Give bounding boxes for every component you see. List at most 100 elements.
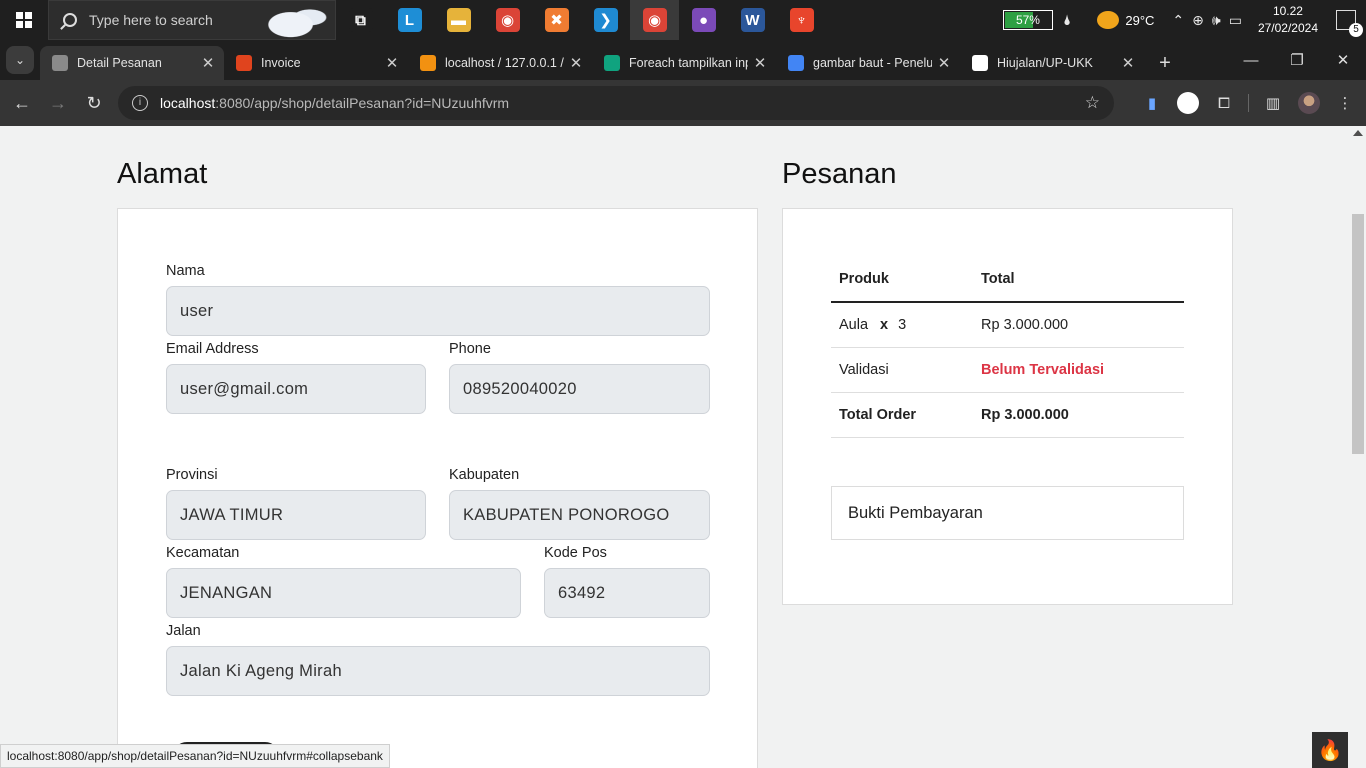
- system-tray: 57% 🌢 29°C ⌃ ⊕ 🕪 ▭ 10.22 27/02/2024 5: [1002, 0, 1366, 40]
- browser-tab[interactable]: Hiujalan/UP-UKK ✕: [960, 46, 1144, 80]
- site-info-icon[interactable]: i: [132, 95, 148, 111]
- taskbar-app-chrome-active[interactable]: ◉: [630, 0, 679, 40]
- charging-icon: 🌢: [1062, 11, 1072, 28]
- table-row: Aula x 3 Rp 3.000.000: [831, 302, 1184, 348]
- start-button[interactable]: [0, 0, 48, 40]
- taskbar-app-task-view[interactable]: ⧉: [336, 0, 385, 40]
- phone-field[interactable]: 089520040020: [449, 364, 710, 414]
- email-field[interactable]: user@gmail.com: [166, 364, 426, 414]
- tab-close-icon[interactable]: ✕: [1120, 54, 1136, 72]
- file-explorer-icon: ▬: [446, 8, 471, 32]
- taskbar-app-word[interactable]: W: [728, 0, 777, 40]
- reload-icon[interactable]: ↻: [76, 85, 112, 121]
- notification-center-icon[interactable]: 5: [1336, 10, 1363, 37]
- profile-avatar[interactable]: [1291, 85, 1327, 121]
- tab-title: Hiujalan/UP-UKK: [997, 56, 1093, 70]
- provinsi-label: Provinsi: [166, 467, 218, 483]
- taskbar-app-chrome[interactable]: ◉: [483, 0, 532, 40]
- page-scrollbar[interactable]: [1350, 126, 1366, 768]
- restore-icon[interactable]: ❐: [1274, 40, 1320, 80]
- item-multiply: x: [880, 316, 889, 333]
- browser-tab[interactable]: gambar baut - Penelus ✕: [776, 46, 960, 80]
- task-view-icon: ⧉: [348, 8, 373, 32]
- tab-favicon-icon: [420, 55, 436, 71]
- tab-close-icon[interactable]: ✕: [752, 54, 768, 72]
- back-icon[interactable]: ←: [4, 85, 40, 121]
- pesanan-heading: Pesanan: [782, 158, 897, 190]
- total-order-value: Rp 3.000.000: [973, 392, 1184, 438]
- network-icon[interactable]: ⊕: [1192, 12, 1204, 29]
- browser-toolbar: ← → ↻ i localhost:8080/app/shop/detailPe…: [0, 80, 1366, 126]
- taskbar-app-git-tool[interactable]: ♆: [777, 0, 826, 40]
- weather-icon[interactable]: [1097, 11, 1120, 29]
- email-label: Email Address: [166, 341, 259, 357]
- extensions-puzzle-icon[interactable]: ⧠: [1206, 85, 1242, 121]
- tab-favicon-icon: [788, 55, 804, 71]
- scroll-up-icon[interactable]: [1353, 130, 1363, 136]
- windows-logo-icon: [16, 12, 32, 28]
- github-desktop-icon: ●: [691, 8, 716, 32]
- chrome-icon: ◉: [495, 8, 520, 32]
- new-tab-icon[interactable]: +: [1150, 46, 1180, 80]
- jalan-label: Jalan: [166, 623, 201, 639]
- link-status-bubble: localhost:8080/app/shop/detailPesanan?id…: [0, 744, 390, 768]
- battery-icon[interactable]: ▭: [1229, 12, 1242, 29]
- side-panel-icon[interactable]: ▥: [1255, 85, 1291, 121]
- codeigniter-debug-icon[interactable]: 🔥: [1312, 732, 1348, 768]
- bukti-pembayaran-toggle[interactable]: Bukti Pembayaran: [831, 486, 1184, 540]
- phone-label: Phone: [449, 341, 491, 357]
- browser-tab[interactable]: Invoice ✕: [224, 46, 408, 80]
- bookmark-star-icon[interactable]: ☆: [1085, 93, 1100, 113]
- taskbar-search-placeholder: Type here to search: [89, 12, 213, 28]
- taskbar-app-xampp[interactable]: ✖: [532, 0, 581, 40]
- volume-icon[interactable]: 🕪: [1212, 12, 1221, 29]
- tab-title: gambar baut - Penelus: [813, 56, 932, 70]
- xampp-icon: ✖: [544, 8, 569, 32]
- pesanan-card: Produk Total Aula x 3 Rp 3.000.000 Validas…: [782, 208, 1233, 605]
- provinsi-field[interactable]: JAWA TIMUR: [166, 490, 426, 540]
- tab-close-icon[interactable]: ✕: [384, 54, 400, 72]
- extension-area: ▮ ⧠ ▥ ⋮: [1134, 85, 1363, 121]
- extension-copy-icon[interactable]: ▮: [1134, 85, 1170, 121]
- tab-title: Detail Pesanan: [77, 56, 162, 70]
- taskbar-search[interactable]: Type here to search: [48, 0, 336, 40]
- kecamatan-field[interactable]: JENANGAN: [166, 568, 521, 618]
- chrome-menu-icon[interactable]: ⋮: [1327, 85, 1363, 121]
- jalan-field[interactable]: Jalan Ki Ageng Mirah: [166, 646, 710, 696]
- tab-close-icon[interactable]: ✕: [200, 54, 216, 72]
- order-item-cell: Aula x 3: [831, 302, 973, 348]
- taskbar-app-github-desktop[interactable]: ●: [679, 0, 728, 40]
- extension-circle-icon[interactable]: [1170, 85, 1206, 121]
- browser-tab[interactable]: Detail Pesanan ✕: [40, 46, 224, 80]
- taskbar-app-launcher-l[interactable]: L: [385, 0, 434, 40]
- taskbar-app-file-explorer[interactable]: ▬: [434, 0, 483, 40]
- clock-date: 27/02/2024: [1257, 21, 1318, 35]
- battery-indicator[interactable]: 57%: [1002, 10, 1053, 30]
- address-bar[interactable]: i localhost:8080/app/shop/detailPesanan?…: [118, 86, 1114, 120]
- word-icon: W: [740, 8, 765, 32]
- tab-close-icon[interactable]: ✕: [936, 54, 952, 72]
- forward-icon[interactable]: →: [40, 85, 76, 121]
- url-path: :8080/app/shop/detailPesanan?id=NUzuuhfv…: [215, 95, 510, 111]
- tab-title: localhost / 127.0.0.1 /: [445, 56, 564, 70]
- taskbar-pinned-apps: ⧉ L ▬ ◉ ✖ ❯ ◉ ● W ♆: [336, 0, 826, 40]
- tab-close-icon[interactable]: ✕: [568, 54, 584, 72]
- browser-tab[interactable]: localhost / 127.0.0.1 / ✕: [408, 46, 592, 80]
- kabupaten-field[interactable]: KABUPATEN PONOROGO: [449, 490, 710, 540]
- item-qty: 3: [898, 316, 907, 333]
- clock[interactable]: 10.22 27/02/2024: [1258, 3, 1318, 37]
- browser-tab[interactable]: Foreach tampilkan inpu ✕: [592, 46, 776, 80]
- scrollbar-thumb[interactable]: [1352, 214, 1364, 454]
- taskbar-app-vscode[interactable]: ❯: [581, 0, 630, 40]
- tab-search-icon[interactable]: ⌄: [6, 46, 34, 74]
- close-window-icon[interactable]: ✕: [1320, 40, 1366, 80]
- chrome-active-icon: ◉: [642, 8, 667, 32]
- temperature[interactable]: 29°C: [1125, 13, 1154, 28]
- browser-tab-strip: ⌄ Detail Pesanan ✕ Invoice ✕ localhost / 127…: [0, 40, 1366, 80]
- validasi-status-badge: Belum Tervalidasi: [973, 347, 1184, 393]
- minimize-icon[interactable]: —: [1228, 40, 1274, 80]
- nama-field[interactable]: user: [166, 286, 710, 336]
- chevron-up-icon[interactable]: ⌃: [1172, 12, 1184, 29]
- kodepos-field[interactable]: 63492: [544, 568, 710, 618]
- vscode-icon: ❯: [593, 8, 618, 32]
